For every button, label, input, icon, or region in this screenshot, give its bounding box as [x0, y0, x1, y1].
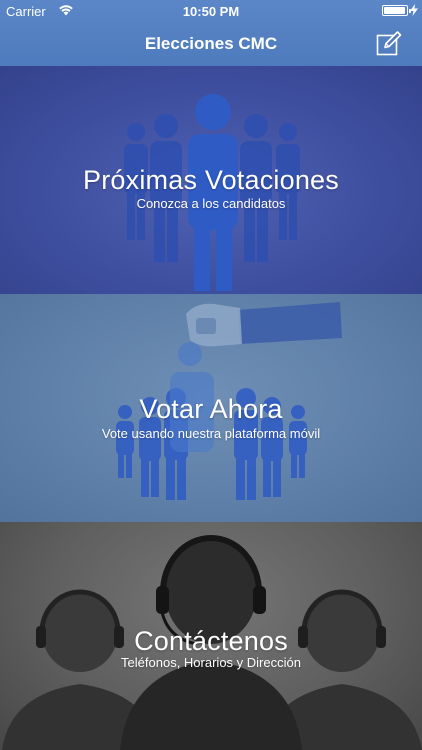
bolt-icon [410, 4, 418, 16]
status-time: 10:50 PM [182, 4, 240, 19]
panel-subtitle: Conozca a los candidatos [136, 196, 286, 211]
panel-proximas-votaciones[interactable]: Próximas Votaciones Conozca a los candid… [0, 66, 422, 294]
panel-title: Contáctenos [134, 626, 288, 656]
panel-title: Próximas Votaciones [83, 165, 339, 195]
panel-title: Votar Ahora [139, 394, 283, 424]
battery-icon [382, 5, 411, 16]
panel-contactenos[interactable]: Contáctenos Teléfonos, Horarios y Direcc… [0, 522, 422, 750]
nav-title: Elecciones CMC [144, 34, 278, 53]
compose-icon[interactable] [376, 30, 402, 56]
panel-votar-ahora[interactable]: Votar Ahora Vote usando nuestra platafor… [0, 294, 422, 522]
panel-subtitle: Vote usando nuestra plataforma móvil [101, 426, 321, 441]
status-bar: Carrier 10:50 PM [0, 0, 422, 22]
panel-subtitle: Teléfonos, Horarios y Dirección [121, 655, 301, 670]
top-bar: Carrier 10:50 PM Elecciones CMC [0, 0, 422, 66]
